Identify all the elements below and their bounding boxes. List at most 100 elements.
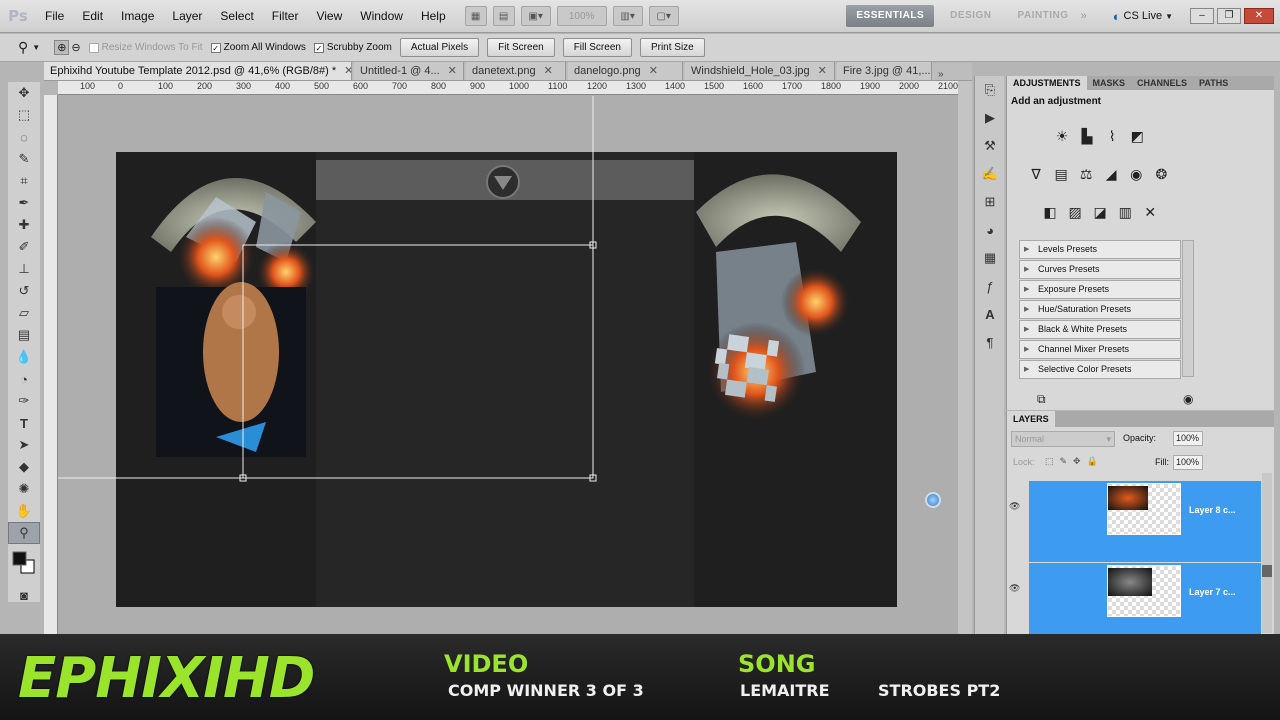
black-white-icon[interactable]: ◢ xyxy=(1100,164,1122,184)
menu-view[interactable]: View xyxy=(307,0,351,33)
preset-channel-mixer[interactable]: Channel Mixer Presets xyxy=(1019,340,1181,359)
menu-file[interactable]: File xyxy=(36,0,73,33)
quick-mask-icon[interactable]: ◙ xyxy=(8,584,40,606)
actions-icon[interactable]: ▶ xyxy=(975,104,1005,132)
brush-presets-icon[interactable]: ✍ xyxy=(975,160,1005,188)
history-brush-tool-icon[interactable]: ↺ xyxy=(8,280,40,302)
tab-layers[interactable]: LAYERS xyxy=(1007,411,1055,427)
tab-channels[interactable]: CHANNELS xyxy=(1131,76,1193,90)
selective-color-icon[interactable]: ✕ xyxy=(1139,202,1161,222)
close-button[interactable]: ✕ xyxy=(1244,8,1274,24)
photo-filter-icon[interactable]: ◉ xyxy=(1125,164,1147,184)
tool-presets-icon[interactable]: ⚒ xyxy=(975,132,1005,160)
fill-screen-button[interactable]: Fill Screen xyxy=(562,38,632,57)
clip-to-layer-icon[interactable]: ⧉ xyxy=(1037,392,1046,407)
quick-select-tool-icon[interactable]: ✎ xyxy=(8,148,40,170)
workspace-painting[interactable]: PAINTING xyxy=(1008,5,1079,27)
tab-masks[interactable]: MASKS xyxy=(1087,76,1132,90)
preset-exposure[interactable]: Exposure Presets xyxy=(1019,280,1181,299)
crop-tool-icon[interactable]: ⌗ xyxy=(8,170,40,192)
fit-screen-button[interactable]: Fit Screen xyxy=(487,38,555,57)
preset-curves[interactable]: Curves Presets xyxy=(1019,260,1181,279)
eyedropper-tool-icon[interactable]: ✒ xyxy=(8,192,40,214)
workspace-essentials[interactable]: ESSENTIALS xyxy=(846,5,935,27)
curves-icon[interactable]: ⌇ xyxy=(1101,126,1123,146)
dodge-tool-icon[interactable]: ◔ xyxy=(8,368,40,390)
actual-pixels-button[interactable]: Actual Pixels xyxy=(399,38,480,57)
eye-icon[interactable]: 👁 xyxy=(1009,501,1025,513)
cs-live-label[interactable]: CS Live xyxy=(1124,10,1163,22)
zoom-tool-preset-icon[interactable]: ⚲ xyxy=(18,39,28,56)
layer-name[interactable]: Layer 7 c... xyxy=(1189,587,1236,597)
history-icon[interactable]: ⎘ xyxy=(975,76,1005,104)
launch-bridge-icon[interactable]: ▦ xyxy=(464,6,487,26)
gradient-map-icon[interactable]: ▥ xyxy=(1114,202,1136,222)
cs-live-icon[interactable]: ◐ xyxy=(1113,9,1121,24)
mini-bridge-icon[interactable]: ▤ xyxy=(492,6,515,26)
minimize-button[interactable]: – xyxy=(1190,8,1214,24)
shape-tool-icon[interactable]: ◆ xyxy=(8,456,40,478)
preset-selective-color[interactable]: Selective Color Presets xyxy=(1019,360,1181,379)
lock-icons[interactable]: ⬚✎✥🔒 xyxy=(1045,456,1104,467)
fill-field[interactable]: 100% xyxy=(1173,455,1203,470)
chevron-down-icon[interactable]: ▼ xyxy=(1165,12,1173,21)
menu-select[interactable]: Select xyxy=(211,0,262,33)
preset-levels[interactable]: Levels Presets xyxy=(1019,240,1181,259)
layers-scrollbar[interactable] xyxy=(1262,473,1272,633)
menu-image[interactable]: Image xyxy=(112,0,163,33)
workspace-design[interactable]: DESIGN xyxy=(940,5,1001,27)
path-selection-tool-icon[interactable]: ➤ xyxy=(8,434,40,456)
clone-source-icon[interactable]: ⊞ xyxy=(975,188,1005,216)
styles-icon[interactable]: ƒ xyxy=(975,272,1005,300)
threshold-icon[interactable]: ◪ xyxy=(1089,202,1111,222)
exposure-icon[interactable]: ◩ xyxy=(1126,126,1148,146)
scrubby-zoom-checkbox[interactable]: ✓ Scrubby Zoom xyxy=(313,42,392,53)
lasso-tool-icon[interactable]: ◌ xyxy=(8,126,40,148)
color-balance-icon[interactable]: ⚖ xyxy=(1075,164,1097,184)
blend-mode-select[interactable]: Normal ▾ xyxy=(1011,431,1115,447)
healing-brush-tool-icon[interactable]: ✚ xyxy=(8,214,40,236)
resize-windows-checkbox[interactable]: Resize Windows To Fit xyxy=(88,42,203,53)
type-tool-icon[interactable]: T xyxy=(8,412,40,434)
pen-tool-icon[interactable]: ✑ xyxy=(8,390,40,412)
posterize-icon[interactable]: ▨ xyxy=(1064,202,1086,222)
view-extras-icon[interactable]: ▣▾ xyxy=(520,6,551,26)
blur-tool-icon[interactable]: 💧 xyxy=(8,346,40,368)
preset-hue-saturation[interactable]: Hue/Saturation Presets xyxy=(1019,300,1181,319)
levels-icon[interactable]: ▙ xyxy=(1076,126,1098,146)
menu-help[interactable]: Help xyxy=(412,0,455,33)
paragraph-icon[interactable]: ¶ xyxy=(975,328,1005,356)
arrange-documents-icon[interactable]: ▥▾ xyxy=(612,6,643,26)
channel-mixer-icon[interactable]: ❂ xyxy=(1150,164,1172,184)
brush-tool-icon[interactable]: ✐ xyxy=(8,236,40,258)
menu-filter[interactable]: Filter xyxy=(263,0,308,33)
clone-stamp-tool-icon[interactable]: ⊥ xyxy=(8,258,40,280)
move-tool-icon[interactable]: ✥ xyxy=(8,82,40,104)
presets-scrollbar[interactable] xyxy=(1182,240,1194,377)
color-icon[interactable]: ◕ xyxy=(975,216,1005,244)
zoom-tool-icon[interactable]: ⚲ xyxy=(8,522,40,544)
layer-row[interactable]: 👁 Layer 8 c... xyxy=(1009,481,1261,562)
marquee-tool-icon[interactable]: ⬚ xyxy=(8,104,40,126)
zoom-out-icon[interactable]: ⊖ xyxy=(71,41,80,54)
character-icon[interactable]: A xyxy=(975,300,1005,328)
zoom-in-icon[interactable]: ⊕ xyxy=(54,40,70,55)
menu-edit[interactable]: Edit xyxy=(73,0,112,33)
chevron-down-icon[interactable]: ▼ xyxy=(32,43,40,52)
swatches-icon[interactable]: ▦ xyxy=(975,244,1005,272)
tab-adjustments[interactable]: ADJUSTMENTS xyxy=(1007,76,1087,90)
transform-bounding-box[interactable] xyxy=(44,63,972,634)
eye-icon[interactable]: 👁 xyxy=(1009,583,1025,595)
layer-row[interactable]: 👁 Layer 7 c... xyxy=(1009,563,1261,634)
restore-button[interactable]: ❐ xyxy=(1217,8,1241,24)
eraser-tool-icon[interactable]: ▱ xyxy=(8,302,40,324)
hue-saturation-icon[interactable]: ▤ xyxy=(1050,164,1072,184)
menu-window[interactable]: Window xyxy=(351,0,412,33)
layer-name[interactable]: Layer 8 c... xyxy=(1189,505,1236,515)
brightness-contrast-icon[interactable]: ☀ xyxy=(1051,126,1073,146)
zoom-level-display[interactable]: 100% xyxy=(556,6,607,26)
preset-black-white[interactable]: Black & White Presets xyxy=(1019,320,1181,339)
menu-layer[interactable]: Layer xyxy=(163,0,211,33)
print-size-button[interactable]: Print Size xyxy=(639,38,705,57)
invert-icon[interactable]: ◧ xyxy=(1039,202,1061,222)
